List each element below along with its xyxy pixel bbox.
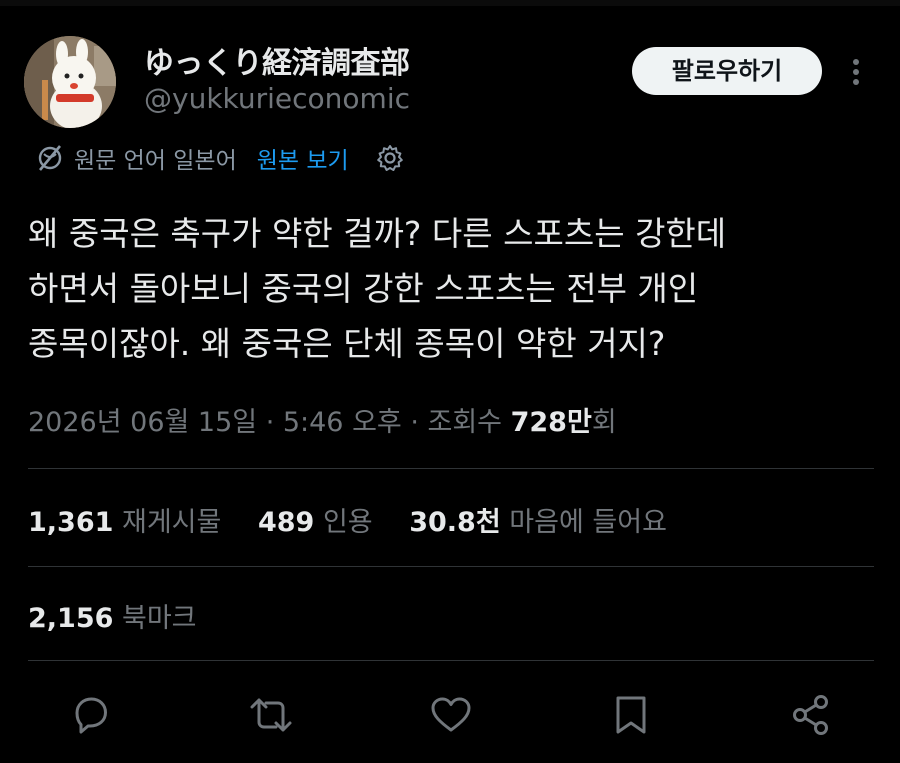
show-original-link[interactable]: 원본 보기 <box>257 141 349 175</box>
divider <box>28 660 874 661</box>
like-icon[interactable] <box>428 692 474 738</box>
divider <box>28 468 874 469</box>
more-vertical-icon[interactable] <box>840 52 872 92</box>
top-strip <box>0 0 900 6</box>
tweet-timestamp[interactable]: 2026년 06월 15일 · 5:46 오후 · 조회수 <box>28 407 511 438</box>
bookmark-icon[interactable] <box>608 692 654 738</box>
tweet-meta: 2026년 06월 15일 · 5:46 오후 · 조회수 728만회 <box>28 400 617 439</box>
views-count: 728만 <box>510 407 592 438</box>
likes-label: 마음에 들어요 <box>509 507 667 538</box>
tweet-text-line: 종목이잖아. 왜 중국은 단체 종목이 약한 거지? <box>28 324 666 363</box>
bookmarks-count: 2,156 <box>28 603 114 634</box>
likes-stat[interactable]: 30.8천 마음에 들어요 <box>409 507 667 538</box>
divider <box>28 566 874 567</box>
avatar[interactable] <box>24 36 116 128</box>
reposts-count: 1,361 <box>28 507 114 538</box>
reposts-label: 재게시물 <box>122 507 222 538</box>
engagement-stats: 1,361 재게시물 489 인용 30.8천 마음에 들어요 <box>28 500 695 539</box>
avatar-image <box>24 36 116 128</box>
views-suffix: 회 <box>591 407 617 438</box>
quotes-count: 489 <box>257 507 315 538</box>
author-handle[interactable]: @yukkurieconomic <box>144 82 410 115</box>
retweet-icon[interactable] <box>248 692 294 738</box>
author-display-name[interactable]: ゆっくり経済調査部 <box>144 38 410 82</box>
tweet-text-line: 하면서 돌아보니 중국의 강한 스포츠는 전부 개인 <box>28 269 699 308</box>
quotes-stat[interactable]: 489 인용 <box>258 507 373 538</box>
original-language-label: 원문 언어 일본어 <box>74 148 237 174</box>
reply-icon[interactable] <box>68 692 114 738</box>
follow-button[interactable]: 팔로우하기 <box>632 47 822 95</box>
quotes-label: 인용 <box>322 507 373 538</box>
gear-icon[interactable] <box>375 143 405 173</box>
translation-row: 원문 언어 일본어 원본 보기 <box>34 140 405 176</box>
globe-translate-icon <box>38 145 62 171</box>
likes-count: 30.8천 <box>409 507 501 538</box>
reposts-stat[interactable]: 1,361 재게시물 <box>28 507 221 538</box>
share-icon[interactable] <box>788 692 834 738</box>
bookmarks-label: 북마크 <box>122 603 197 634</box>
bookmarks-stat[interactable]: 2,156 북마크 <box>28 596 197 635</box>
tweet-text: 왜 중국은 축구가 약한 걸까? 다른 스포츠는 강한데 하면서 돌아보니 중국… <box>28 206 878 371</box>
tweet-text-line: 왜 중국은 축구가 약한 걸까? 다른 스포츠는 강한데 <box>28 214 727 253</box>
